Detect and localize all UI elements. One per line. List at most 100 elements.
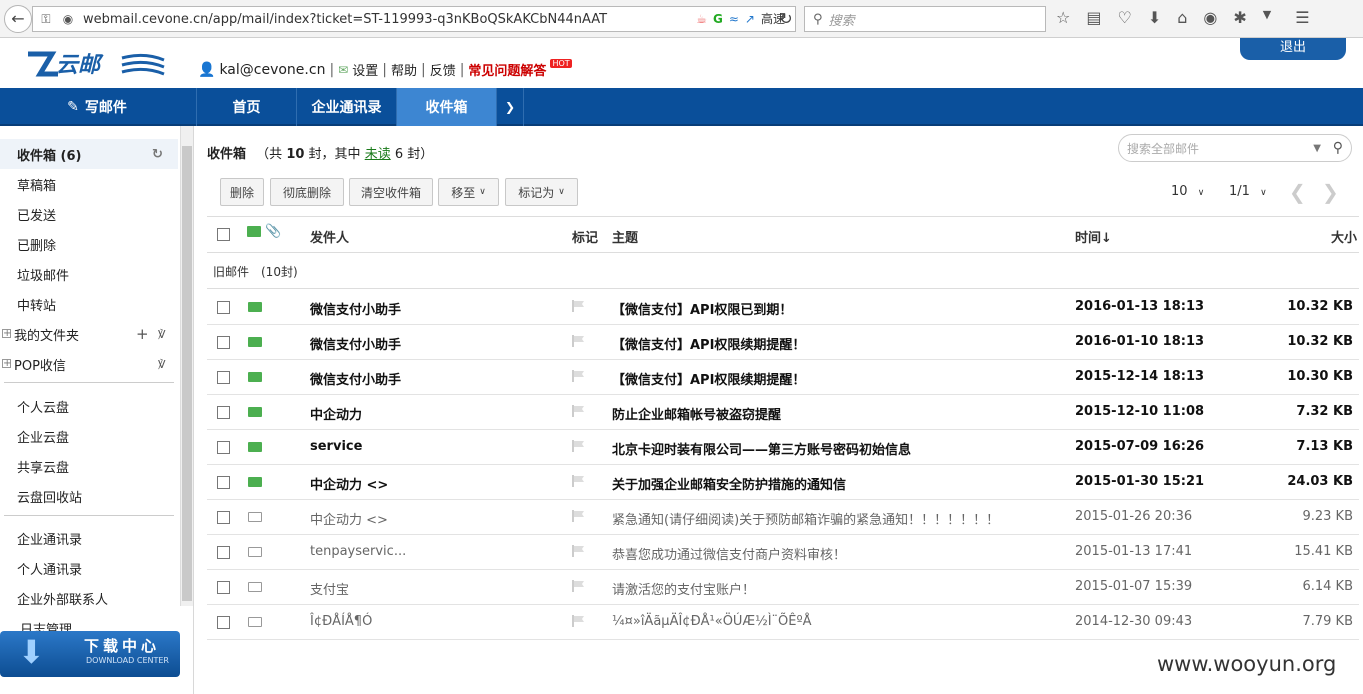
- row-sender[interactable]: 中企动力 <>: [310, 509, 388, 528]
- col-subject[interactable]: 主题: [612, 227, 638, 246]
- row-sender[interactable]: service: [310, 439, 362, 454]
- compose-button[interactable]: ✎ 写邮件: [0, 88, 194, 126]
- java-icon[interactable]: ☕: [696, 12, 707, 26]
- sidebar-item-external-contacts[interactable]: 企业外部联系人: [0, 583, 178, 613]
- select-all-checkbox[interactable]: [217, 228, 230, 241]
- page-select[interactable]: 1/1 ∨: [1229, 184, 1267, 199]
- flag-icon[interactable]: [572, 475, 586, 487]
- tab-contacts[interactable]: 企业通讯录: [296, 88, 396, 126]
- flag-icon[interactable]: [572, 580, 586, 592]
- flag-icon[interactable]: [572, 545, 586, 557]
- dropdown-icon[interactable]: ▼: [1263, 8, 1271, 27]
- add-folder-icon[interactable]: +: [136, 325, 149, 343]
- sidebar-item-deleted[interactable]: 已删除: [0, 229, 178, 259]
- mail-search-input[interactable]: 搜索全部邮件 ▼ ⚲: [1118, 134, 1352, 162]
- sidebar-scroll-thumb[interactable]: [182, 146, 192, 601]
- reload-button[interactable]: ↻: [772, 4, 800, 32]
- mark-as-button[interactable]: 标记为 ∨: [505, 178, 578, 206]
- expand-icon[interactable]: +: [2, 329, 11, 339]
- table-row[interactable]: service 北京卡迎时装有限公司——第三方账号密码初始信息 2015-07-09…: [207, 430, 1359, 465]
- page-size-select[interactable]: 10 ∨: [1171, 184, 1204, 199]
- table-row[interactable]: 微信支付小助手 【微信支付】API权限续期提醒！ 2015-12-14 18:13 1…: [207, 360, 1359, 395]
- row-subject[interactable]: 【微信支付】API权限续期提醒！: [612, 334, 805, 353]
- flag-icon[interactable]: [572, 405, 586, 417]
- bookmark-star-icon[interactable]: ☆: [1056, 8, 1070, 27]
- row-sender[interactable]: tenpayservic...: [310, 544, 406, 559]
- table-row[interactable]: 支付宝 请激活您的支付宝账户！ 2015-01-07 15:39 6.14 KB: [207, 570, 1359, 605]
- address-bar[interactable]: ⚿ ◉ webmail.cevone.cn/app/mail/index?tic…: [32, 6, 796, 32]
- col-time[interactable]: 时间↓: [1075, 227, 1112, 246]
- table-row[interactable]: 微信支付小助手 【微信支付】API权限续期提醒！ 2016-01-10 18:13 1…: [207, 325, 1359, 360]
- manage-icon[interactable]: ℣: [158, 328, 166, 341]
- row-sender[interactable]: 中企动力: [310, 404, 362, 423]
- row-checkbox[interactable]: [217, 581, 230, 594]
- row-checkbox[interactable]: [217, 476, 230, 489]
- flag-icon[interactable]: [572, 335, 586, 347]
- flag-icon[interactable]: [572, 510, 586, 522]
- row-subject[interactable]: 请激活您的支付宝账户！: [612, 579, 755, 598]
- row-checkbox[interactable]: [217, 616, 230, 629]
- sidebar-item-transit[interactable]: 中转站: [0, 289, 178, 319]
- permanent-delete-button[interactable]: 彻底删除: [270, 178, 344, 206]
- faq-link[interactable]: 常见问题解答: [468, 60, 546, 79]
- sidebar-item-inbox[interactable]: 收件箱 (6) ↻: [0, 139, 178, 169]
- feedback-link[interactable]: 反馈: [430, 60, 456, 79]
- row-checkbox[interactable]: [217, 406, 230, 419]
- row-sender[interactable]: 中企动力 <>: [310, 474, 388, 493]
- row-checkbox[interactable]: [217, 301, 230, 314]
- sidebar-item-shared-cloud[interactable]: 共享云盘: [0, 451, 178, 481]
- row-subject[interactable]: 【微信支付】API权限已到期！: [612, 299, 792, 318]
- row-checkbox[interactable]: [217, 371, 230, 384]
- reading-list-icon[interactable]: ▤: [1086, 8, 1101, 27]
- table-row[interactable]: 中企动力 <> 关于加强企业邮箱安全防护措施的通知信 2015-01-30 15:2…: [207, 465, 1359, 500]
- sidebar-item-enterprise-contacts[interactable]: 企业通讯录: [0, 523, 178, 553]
- flag-icon[interactable]: [572, 300, 586, 312]
- download-icon[interactable]: ⬇: [1148, 8, 1161, 27]
- browser-search-input[interactable]: ⚲ 搜索: [804, 6, 1046, 32]
- settings-icon[interactable]: ✉: [338, 63, 348, 77]
- move-to-button[interactable]: 移至 ∨: [438, 178, 499, 206]
- tab-home[interactable]: 首页: [196, 88, 296, 126]
- back-button[interactable]: ←: [4, 4, 32, 33]
- row-sender[interactable]: Î¢ÐÅÍÅ¶Ó: [310, 614, 372, 629]
- settings-link[interactable]: 设置: [352, 60, 378, 79]
- manage-icon[interactable]: ℣: [158, 358, 166, 371]
- col-size[interactable]: 大小: [1331, 227, 1357, 246]
- tab-inbox[interactable]: 收件箱: [396, 88, 496, 126]
- row-sender[interactable]: 支付宝: [310, 579, 349, 598]
- g-extension-icon[interactable]: G: [713, 12, 723, 26]
- prev-page-icon[interactable]: ❮: [1289, 180, 1306, 204]
- chat-icon[interactable]: ◉: [1203, 8, 1217, 27]
- download-center-banner[interactable]: ⬇ 下载中心 DOWNLOAD CENTER: [0, 631, 180, 677]
- row-subject[interactable]: 关于加强企业邮箱安全防护措施的通知信: [612, 474, 846, 493]
- row-checkbox[interactable]: [217, 441, 230, 454]
- pocket-icon[interactable]: ♡: [1117, 8, 1131, 27]
- search-icon[interactable]: ⚲: [1333, 140, 1343, 156]
- row-checkbox[interactable]: [217, 336, 230, 349]
- search-dropdown-icon[interactable]: ▼: [1313, 143, 1321, 154]
- table-row[interactable]: Î¢ÐÅÍÅ¶Ó ¼¤»îÄãµÄÎ¢ÐÅ¹«ÖÚÆ½Ì¨ÕÊºÅ 2014-12-…: [207, 605, 1359, 640]
- speed-icon[interactable]: ↗: [745, 12, 755, 26]
- row-sender[interactable]: 微信支付小助手: [310, 369, 401, 388]
- row-sender[interactable]: 微信支付小助手: [310, 299, 401, 318]
- flag-icon[interactable]: [572, 370, 586, 382]
- delete-button[interactable]: 删除: [220, 178, 264, 206]
- more-tabs-chevron-icon[interactable]: ❯: [496, 88, 524, 126]
- row-subject[interactable]: 防止企业邮箱帐号被盗窃提醒: [612, 404, 781, 423]
- refresh-icon[interactable]: ↻: [152, 147, 163, 162]
- sidebar-item-cloud-recycle[interactable]: 云盘回收站: [0, 481, 178, 511]
- menu-icon[interactable]: ☰: [1295, 8, 1309, 27]
- table-row[interactable]: 中企动力 <> 紧急通知(请仔细阅读)关于预防邮箱诈骗的紧急通知！！！！！！！ 20…: [207, 500, 1359, 535]
- sidebar-item-pop[interactable]: + POP收信 ℣: [0, 349, 178, 379]
- empty-inbox-button[interactable]: 清空收件箱: [349, 178, 433, 206]
- row-sender[interactable]: 微信支付小助手: [310, 334, 401, 353]
- unread-filter-link[interactable]: 未读: [365, 147, 391, 162]
- col-sender[interactable]: 发件人: [310, 227, 349, 246]
- sidebar-item-enterprise-cloud[interactable]: 企业云盘: [0, 421, 178, 451]
- row-subject[interactable]: ¼¤»îÄãµÄÎ¢ÐÅ¹«ÖÚÆ½Ì¨ÕÊºÅ: [612, 614, 812, 629]
- flag-icon[interactable]: [572, 615, 586, 627]
- row-checkbox[interactable]: [217, 546, 230, 559]
- sidebar-item-personal-cloud[interactable]: 个人云盘: [0, 391, 178, 421]
- flag-icon[interactable]: [572, 440, 586, 452]
- row-subject[interactable]: 【微信支付】API权限续期提醒！: [612, 369, 805, 388]
